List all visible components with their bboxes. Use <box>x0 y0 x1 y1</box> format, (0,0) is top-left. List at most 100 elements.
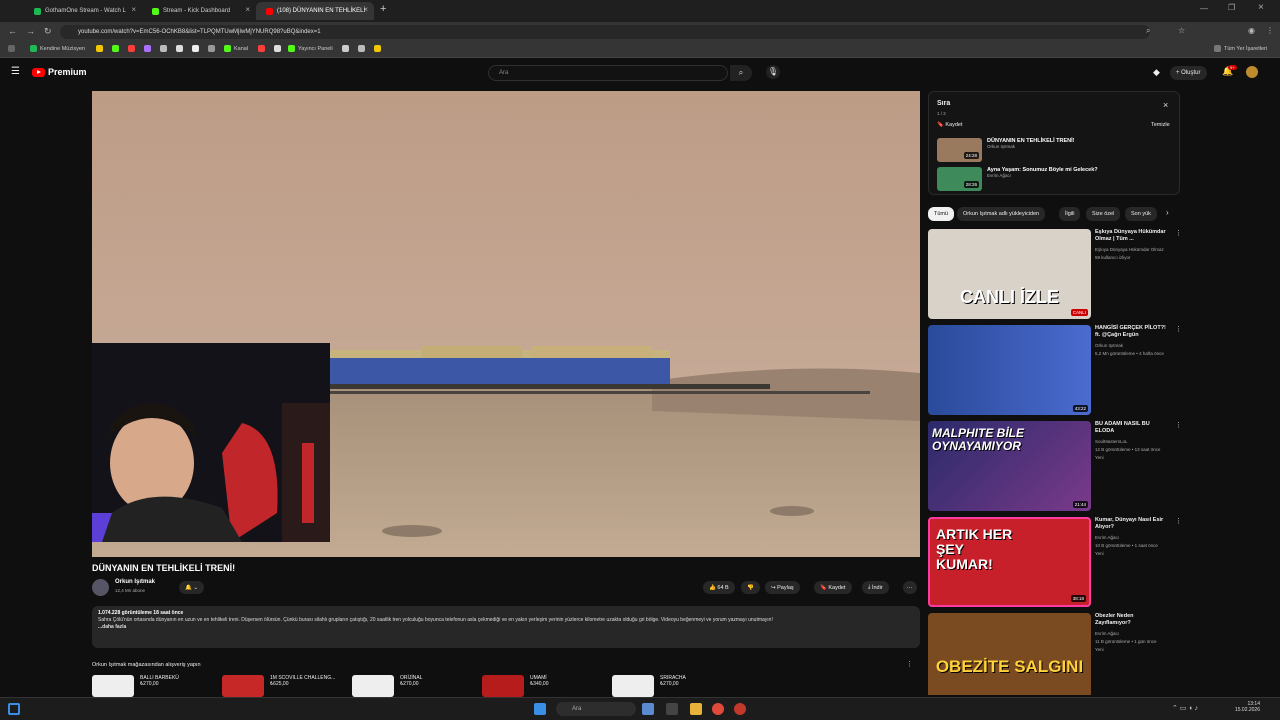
bookmark-item[interactable] <box>144 45 154 52</box>
product-card[interactable]: SRIRACHA ₺270,00 <box>612 675 686 697</box>
search-input[interactable]: Ara <box>488 65 728 81</box>
youtube-logo[interactable]: Premium <box>32 67 87 77</box>
close-icon[interactable]: × <box>131 5 136 14</box>
subscribed-bell-button[interactable]: 🔔 ⌄ <box>179 581 204 594</box>
product-card[interactable]: ORİJİNAL ₺270,00 <box>352 675 423 697</box>
bookmark-item[interactable] <box>112 45 122 52</box>
bookmark-item[interactable] <box>176 45 186 52</box>
all-bookmarks[interactable]: Tüm Yer İşaretleri <box>1214 45 1267 52</box>
share-button[interactable]: ↪ Paylaş <box>765 581 800 594</box>
back-icon[interactable]: ← <box>8 26 17 36</box>
chip-uploader[interactable]: Orkun Işıtmak adlı yükleyiciden <box>957 207 1046 221</box>
reload-icon[interactable]: ↻ <box>44 26 52 37</box>
product-card[interactable]: UMAMİ ₺340,00 <box>482 675 548 697</box>
start-icon[interactable] <box>534 703 546 715</box>
description-box[interactable]: 1.074.228 görüntüleme 18 saat önce Sahra… <box>92 606 920 648</box>
browser-tab-active[interactable]: (108) DÜNYANIN EN TEHLİKELİ × <box>256 2 374 20</box>
address-bar[interactable]: youtube.com/watch?v=EmC56-OChKB8&list=TL… <box>60 25 1150 39</box>
recommendation-meta: 12 B görüntüleme • 13 saat önce <box>1095 447 1161 452</box>
search-button[interactable]: ⌕ <box>730 65 752 81</box>
browser-tab[interactable]: Stream - Kick Dashboard × <box>142 2 256 20</box>
apps-icon[interactable] <box>8 45 18 52</box>
queue-save-button[interactable]: 🔖 Kaydet <box>937 122 963 128</box>
bookmark-item[interactable]: Kanal <box>224 45 248 52</box>
more-dots-icon[interactable]: ⋮ <box>1175 613 1178 621</box>
queue-count: 1 / 2 <box>937 111 946 116</box>
like-button[interactable]: 👍 64 B <box>703 581 735 594</box>
bookmark-item[interactable] <box>358 45 368 52</box>
thumbnail-text: CANLI İZLE <box>960 287 1059 307</box>
search-icon: ⌕ <box>738 68 744 77</box>
recommendation-item[interactable]: OBEZİTE SALGINI Obezler Neden Zayıflamıy… <box>928 613 1178 695</box>
queue-clear-button[interactable]: Temizle <box>1151 122 1170 128</box>
chip-related[interactable]: İlgili <box>1059 207 1081 221</box>
close-queue-icon[interactable]: × <box>1163 100 1168 110</box>
bookmark-icon: 🔖 <box>820 584 827 591</box>
chip-recent[interactable]: Son yük <box>1125 207 1157 221</box>
recommendation-item[interactable]: MALPHITE BİLE OYNAYAMIYOR 21:44 BU ADAMI… <box>928 421 1182 511</box>
forward-icon[interactable]: → <box>26 26 35 36</box>
tray-icons[interactable]: ⌃ ▭ ◖ ♪ <box>1172 704 1198 712</box>
hamburger-menu-icon[interactable]: ☰ <box>11 66 20 77</box>
bookmark-item[interactable] <box>342 45 352 52</box>
task-view-icon[interactable] <box>666 703 678 715</box>
more-dots-icon[interactable]: ⋮ <box>1175 421 1182 429</box>
bookmark-star-icon[interactable]: ☆ <box>1178 26 1185 35</box>
channel-name[interactable]: Orkun Işıtmak <box>115 579 155 585</box>
channel-avatar[interactable] <box>92 579 109 596</box>
shop-more-icon[interactable]: ⋮ <box>906 660 913 668</box>
taskbar-app-icon[interactable] <box>734 703 746 715</box>
dislike-button[interactable]: 👎 <box>741 581 760 594</box>
bookmark-item[interactable] <box>160 45 170 52</box>
bookmark-item[interactable] <box>274 45 284 52</box>
create-button[interactable]: + Oluştur <box>1170 66 1207 80</box>
video-player[interactable] <box>92 91 920 557</box>
chip-all[interactable]: Tümü <box>928 207 955 221</box>
chevron-right-icon[interactable]: › <box>1166 208 1169 217</box>
product-card[interactable]: 1M SCOVILLE CHALLENG... ₺625,00 <box>222 675 335 697</box>
bookmark-item[interactable]: Yayıncı Paneli <box>288 45 333 52</box>
widgets-icon[interactable] <box>8 703 20 715</box>
bookmark-item[interactable] <box>128 45 138 52</box>
file-explorer-icon[interactable] <box>690 703 702 715</box>
bookmark-item[interactable] <box>192 45 202 52</box>
more-dots-icon[interactable]: ⋮ <box>1175 229 1182 237</box>
address-row: ← → ↻ youtube.com/watch?v=EmC56-OChKB8&l… <box>0 22 1280 42</box>
download-button[interactable]: ⤓ İndir <box>862 581 889 594</box>
show-more-link[interactable]: ...daha fazla <box>98 624 914 631</box>
chrome-icon[interactable] <box>712 703 724 715</box>
recommendation-item[interactable]: ARTIK HER ŞEY KUMAR! 38:18 Kumar, Dünyay… <box>928 517 1182 607</box>
clock[interactable]: 13:14 15.02.2026 <box>1228 701 1260 713</box>
close-icon[interactable]: × <box>363 5 368 14</box>
queue-item[interactable]: 28:26 Ayna Yaşam: Sonumuz Böyle mi Gelec… <box>937 167 1098 191</box>
menu-dots-icon[interactable]: ⋮ <box>1266 26 1274 35</box>
bookmark-item[interactable] <box>208 45 218 52</box>
queue-item[interactable]: 24:28 DÜNYANIN EN TEHLİKELİ TRENİ! Orkun … <box>937 138 1075 162</box>
new-tab-icon[interactable]: + <box>380 3 386 15</box>
bookmark-item[interactable]: Kendine Müzisyen <box>30 45 85 52</box>
browser-tab[interactable]: GothamOne Stream - Watch L × <box>24 2 142 20</box>
taskbar-search[interactable]: Ara <box>556 702 636 716</box>
bookmark-item[interactable] <box>258 45 268 52</box>
taskbar-app-icon[interactable] <box>642 703 654 715</box>
more-dots-icon[interactable]: ⋮ <box>1175 517 1182 525</box>
thumbs-up-icon: 👍 <box>709 584 716 591</box>
bookmark-item[interactable] <box>96 45 106 52</box>
product-card[interactable]: BALLI BARBEKÜ ₺270,00 <box>92 675 179 697</box>
recommendation-item[interactable]: 43:22 HANGİSİ GERÇEK PİLOT?! ft. @Çağrı … <box>928 325 1182 415</box>
close-icon[interactable]: × <box>245 5 250 14</box>
cast-icon[interactable]: ◆ <box>1153 67 1160 78</box>
profile-icon[interactable]: ◉ <box>1248 26 1255 35</box>
more-actions-button[interactable]: ⋯ <box>903 581 917 594</box>
save-button[interactable]: 🔖 Kaydet <box>814 581 852 594</box>
minimize-icon[interactable]: — <box>1200 4 1208 13</box>
window-close-icon[interactable]: × <box>1258 2 1264 13</box>
recommendation-item[interactable]: CANLI İZLE CANLI Eşkıya Dünyaya Hükümdar… <box>928 229 1182 319</box>
microphone-icon[interactable]: 🎙 <box>766 65 780 79</box>
avatar[interactable] <box>1246 66 1258 78</box>
more-dots-icon[interactable]: ⋮ <box>1175 325 1182 333</box>
zoom-icon[interactable]: ⌕ <box>1146 26 1150 36</box>
chip-for-you[interactable]: Size özel <box>1086 207 1121 221</box>
maximize-icon[interactable]: ❐ <box>1228 3 1235 12</box>
bookmark-item[interactable] <box>374 45 384 52</box>
